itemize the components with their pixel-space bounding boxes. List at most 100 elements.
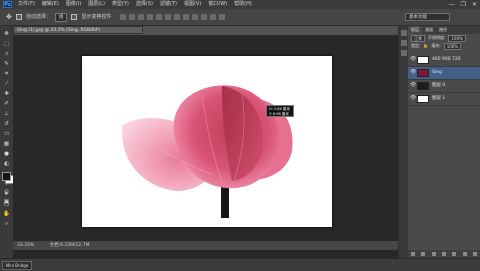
layer-style-icon[interactable] (421, 252, 426, 256)
distribute-right-icon[interactable] (219, 14, 225, 20)
document-tab[interactable]: Sing (1).jpg @ 33.3% (Sing, RGB/8#) (13, 26, 143, 34)
new-layer-icon[interactable] (462, 252, 467, 256)
menu-image[interactable]: 图像(I) (66, 0, 81, 9)
layer-row[interactable]: 👁 图层 1 (408, 93, 480, 106)
history-brush-tool[interactable]: ↺ (2, 120, 11, 128)
zoom-level[interactable]: 33.33% (13, 243, 34, 248)
layer-row[interactable]: 👁 460 900 720 (408, 54, 480, 67)
distribute-center-icon[interactable] (210, 14, 216, 20)
layer-row[interactable]: 👁 图层 0 (408, 80, 480, 93)
tab-layers[interactable]: 图层 (408, 26, 422, 34)
opacity-input[interactable]: 100% (448, 34, 466, 42)
healing-brush-tool[interactable]: ✚ (2, 90, 11, 98)
layer-thumbnail (417, 56, 429, 64)
doc-info[interactable]: 文档:6.22M/12.7M (36, 243, 90, 248)
align-left-icon[interactable] (147, 14, 153, 20)
minimize-button[interactable]: — (449, 0, 455, 9)
add-mask-icon[interactable] (431, 252, 436, 256)
layer-thumbnail (417, 82, 429, 90)
show-transform-checkbox[interactable] (71, 14, 78, 20)
delete-layer-icon[interactable] (472, 252, 477, 256)
gradient-tool[interactable]: ▦ (2, 140, 11, 148)
workspace-switcher[interactable]: 基本功能 (405, 13, 450, 21)
info-panel-icon[interactable] (400, 50, 407, 56)
photoshop-logo: Ps (3, 1, 12, 8)
layer-name: Sing (432, 70, 442, 75)
properties-panel-icon[interactable] (400, 40, 407, 46)
distribute-middle-icon[interactable] (183, 14, 189, 20)
auto-select-checkbox[interactable] (15, 14, 22, 20)
eyedropper-tool[interactable]: ⁄ (2, 80, 11, 88)
menu-edit[interactable]: 编辑(E) (42, 0, 59, 9)
eye-icon[interactable]: 👁 (410, 57, 416, 62)
menu-view[interactable]: 视图(V) (184, 0, 201, 9)
move-tool[interactable]: ✥ (2, 30, 11, 38)
screen-mode-icon[interactable]: ▣ (2, 198, 11, 206)
close-button[interactable]: ✕ (472, 0, 477, 9)
brush-tool[interactable]: ✐ (2, 100, 11, 108)
menu-bar: Ps 文件(F) 编辑(E) 图像(I) 图层(L) 类型(Y) 选择(S) 滤… (0, 0, 480, 9)
auto-select-mode[interactable]: 组 (54, 12, 68, 22)
restore-button[interactable]: ❐ (461, 0, 466, 9)
tab-paths[interactable]: 路径 (436, 26, 450, 34)
clone-stamp-tool[interactable]: ⊥ (2, 110, 11, 118)
layer-row-selected[interactable]: 👁 Sing (408, 67, 480, 80)
eye-icon[interactable]: 👁 (410, 96, 416, 101)
marquee-tool[interactable]: ⬚ (2, 40, 11, 48)
layer-thumbnail (417, 69, 429, 77)
crop-tool[interactable]: ⌗ (2, 70, 11, 78)
panel-dock (398, 26, 408, 258)
foreground-color-swatch[interactable] (2, 172, 11, 181)
tab-channels[interactable]: 通道 (422, 26, 436, 34)
layers-panel: 图层 通道 路径 正常 不透明度: 100% 锁定: 🔒 填充: 100% 👁 … (408, 26, 480, 258)
align-top-icon[interactable] (120, 14, 126, 20)
lock-icon[interactable]: 🔒 (423, 42, 428, 50)
menu-filter[interactable]: 滤镜(T) (160, 0, 177, 9)
eye-icon[interactable]: 👁 (410, 83, 416, 88)
menu-layer[interactable]: 图层(L) (88, 0, 105, 9)
menu-type[interactable]: 类型(Y) (112, 0, 129, 9)
menu-window[interactable]: 窗口(W) (208, 0, 227, 9)
blur-tool[interactable]: ● (2, 150, 11, 158)
link-layers-icon[interactable] (411, 252, 416, 256)
layer-name: 460 900 720 (432, 57, 461, 62)
bottom-bar: Mini Bridge (0, 258, 480, 271)
quick-mask-icon[interactable]: ◎ (2, 188, 11, 196)
lock-label: 锁定: (411, 43, 421, 48)
adjustment-layer-icon[interactable] (441, 252, 446, 256)
hand-tool[interactable]: ✋ (2, 210, 11, 218)
mini-bridge-tab[interactable]: Mini Bridge (2, 261, 32, 270)
blend-row: 正常 不透明度: 100% (408, 34, 480, 42)
menu-select[interactable]: 选择(S) (136, 0, 153, 9)
opacity-label: 不透明度: (428, 35, 446, 40)
history-panel-icon[interactable] (400, 30, 407, 36)
distribute-bottom-icon[interactable] (192, 14, 198, 20)
new-group-icon[interactable] (452, 252, 457, 256)
align-center-icon[interactable] (156, 14, 162, 20)
fill-input[interactable]: 100% (443, 42, 462, 50)
eraser-tool[interactable]: ▭ (2, 130, 11, 138)
lasso-tool[interactable]: ↄ (2, 50, 11, 58)
menu-file[interactable]: 文件(F) (18, 0, 35, 9)
menu-help[interactable]: 帮助(H) (234, 0, 252, 9)
move-tool-icon[interactable]: ✥ (6, 9, 12, 25)
image-canvas[interactable] (82, 56, 332, 227)
distribute-top-icon[interactable] (174, 14, 180, 20)
eye-icon[interactable]: 👁 (410, 70, 416, 75)
align-right-icon[interactable] (165, 14, 171, 20)
layer-name: 图层 0 (432, 83, 446, 88)
distribute-left-icon[interactable] (201, 14, 207, 20)
zoom-tool[interactable]: ⌕ (2, 220, 11, 228)
options-bar: ✥ 自动选择： 组 显示变换控件 基本功能 (0, 9, 480, 26)
lotus-flower-image (121, 85, 293, 218)
transform-tooltip: H: 5.86 厘米 Y: 6.98 厘米 (266, 105, 294, 117)
dodge-tool[interactable]: ◐ (2, 160, 11, 168)
tooltip-line-2: Y: 6.98 厘米 (269, 112, 289, 116)
align-buttons (120, 14, 225, 20)
status-bar: 33.33% 文档:6.22M/12.7M (13, 241, 398, 250)
align-middle-icon[interactable] (129, 14, 135, 20)
align-bottom-icon[interactable] (138, 14, 144, 20)
layer-thumbnail (417, 95, 429, 103)
quick-select-tool[interactable]: ✎ (2, 60, 11, 68)
blend-mode-select[interactable]: 正常 (411, 34, 425, 42)
